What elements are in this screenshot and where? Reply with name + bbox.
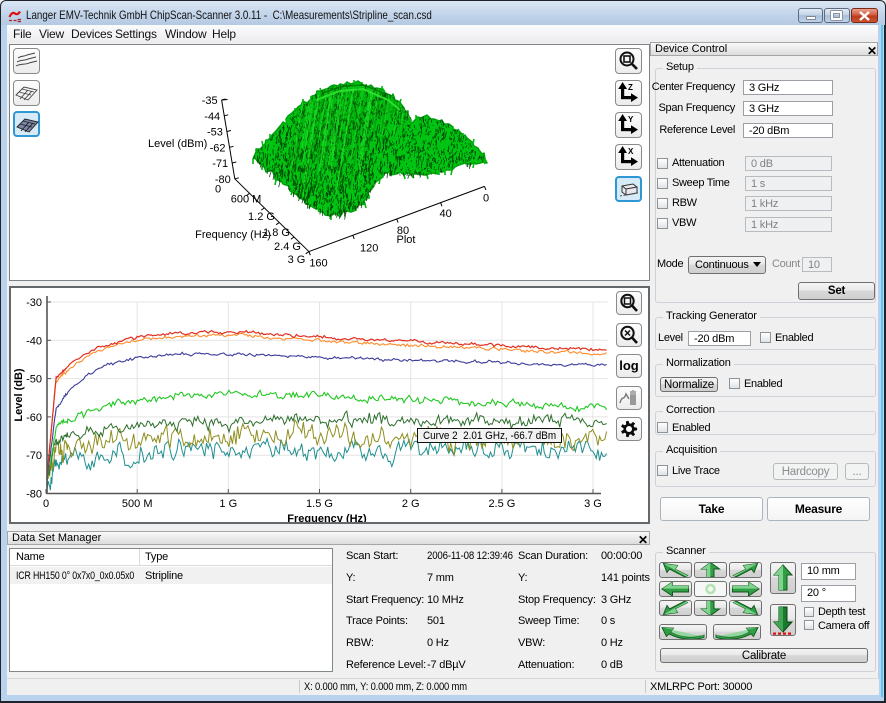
svg-text:-71: -71 xyxy=(212,158,228,170)
svg-text:-40: -40 xyxy=(26,335,42,347)
svg-text:Level (dBm): Level (dBm) xyxy=(148,138,207,150)
svg-text:120: 120 xyxy=(360,242,378,254)
svg-text:Z: Z xyxy=(628,83,633,92)
svg-text:1.5 G: 1.5 G xyxy=(306,498,333,510)
svg-text:0: 0 xyxy=(483,193,489,205)
svg-text:Plot: Plot xyxy=(397,234,416,246)
svg-text:3 G: 3 G xyxy=(288,254,306,266)
svg-text:-70: -70 xyxy=(26,450,42,462)
svg-text:3 G: 3 G xyxy=(584,498,602,510)
svg-text:500 M: 500 M xyxy=(122,498,153,510)
svg-text:2 G: 2 G xyxy=(402,498,420,510)
svg-text:Frequency (Hz): Frequency (Hz) xyxy=(195,229,271,241)
svg-text:-35: -35 xyxy=(202,95,218,107)
svg-text:40: 40 xyxy=(439,208,451,220)
svg-text:-62: -62 xyxy=(210,142,226,154)
svg-text:2.5 G: 2.5 G xyxy=(488,498,515,510)
svg-text:1 G: 1 G xyxy=(219,498,237,510)
svg-text:0: 0 xyxy=(43,498,49,510)
svg-text:X: X xyxy=(628,147,634,156)
svg-text:Y: Y xyxy=(628,115,634,124)
svg-text:0: 0 xyxy=(215,184,221,196)
svg-text:600 M: 600 M xyxy=(231,193,262,205)
svg-text:-30: -30 xyxy=(26,297,42,309)
svg-text:160: 160 xyxy=(309,257,327,269)
svg-text:-53: -53 xyxy=(207,127,223,139)
svg-text:Frequency (Hz): Frequency (Hz) xyxy=(287,513,367,522)
svg-text:-80: -80 xyxy=(26,489,42,501)
svg-text:2.4 G: 2.4 G xyxy=(274,241,301,253)
svg-text:1.2 G: 1.2 G xyxy=(248,211,275,223)
svg-text:-44: -44 xyxy=(204,111,220,123)
svg-text:-60: -60 xyxy=(26,412,42,424)
svg-text:-50: -50 xyxy=(26,374,42,386)
